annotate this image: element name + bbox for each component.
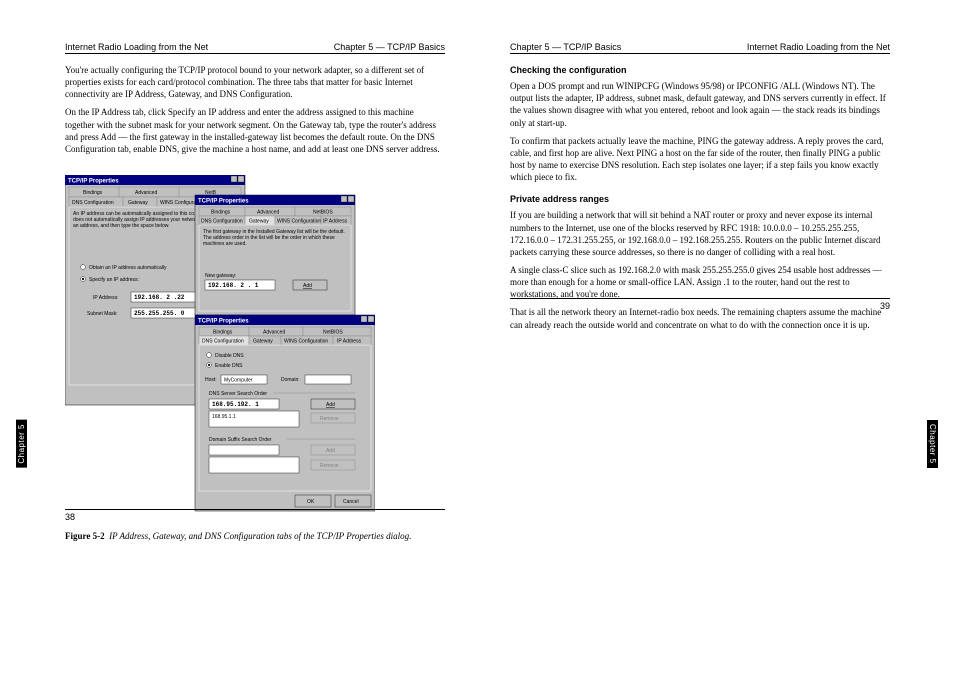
new-gateway-label: New gateway: [205, 273, 236, 279]
radio-label: Obtain an IP address automatically [89, 265, 167, 271]
tab-bindings[interactable]: Bindings [213, 329, 233, 335]
tab-dns[interactable]: DNS Configuration [201, 218, 243, 224]
ip-label: IP Address: [93, 295, 118, 301]
header-title: Internet Radio Loading from the Net [747, 42, 890, 52]
paragraph: Open a DOS prompt and run WINIPCFG (Wind… [510, 80, 890, 129]
left-page: Internet Radio Loading from the Net Chap… [65, 40, 445, 548]
radio-label: Specify an IP address: [89, 277, 139, 283]
tab-advanced[interactable]: Advanced [257, 209, 279, 215]
radio-obtain-auto[interactable] [81, 265, 86, 270]
dns-remove-label: Remove [320, 416, 339, 422]
enable-label: Enable DNS [215, 363, 243, 369]
page-number: 38 [65, 512, 75, 522]
dialog-title: TCP/IP Properties [198, 318, 249, 324]
tab-dns[interactable]: DNS Configuration [202, 338, 244, 344]
divider-top [65, 53, 445, 54]
dns-order-label: DNS Server Search Order [209, 391, 267, 397]
tab-gateway[interactable]: Gateway [128, 200, 148, 206]
close-icon[interactable] [238, 176, 244, 182]
tab-advanced[interactable]: Advanced [263, 329, 285, 335]
close-icon[interactable] [368, 316, 374, 322]
paragraph: If you are building a network that will … [510, 209, 890, 258]
paragraph: You're actually configuring the TCP/IP p… [65, 64, 445, 100]
figure-caption: Figure 5-2 IP Address, Gateway, and DNS … [65, 530, 445, 542]
header-chapter: Chapter 5 — TCP/IP Basics [334, 42, 445, 52]
ip-value: 192.168. 2 .22 [134, 294, 185, 301]
footer-right: 39 [510, 299, 890, 311]
cancel-label: Cancel [343, 499, 359, 505]
tab-gateway[interactable]: Gateway [253, 338, 273, 344]
suffix-label: Domain Suffix Search Order [209, 437, 272, 443]
tcpip-dns-dialog: TCP/IP Properties Bindings Advanced NetB… [195, 315, 375, 511]
header-chapter: Chapter 5 — TCP/IP Basics [510, 42, 621, 52]
tab-bindings[interactable]: Bindings [211, 209, 231, 215]
dialog-title: TCP/IP Properties [68, 178, 119, 184]
paragraph: On the IP Address tab, click Specify an … [65, 106, 445, 155]
tab-row-2: DNS Configuration Gateway WINS Configura… [69, 197, 213, 207]
right-page: Chapter 5 — TCP/IP Basics Internet Radio… [510, 40, 890, 337]
dialog-title: TCP/IP Properties [198, 198, 249, 204]
minimize-icon[interactable] [341, 196, 347, 202]
header-left: Internet Radio Loading from the Net Chap… [65, 40, 445, 53]
section-heading: Checking the configuration [510, 64, 890, 76]
host-label: Host: [205, 377, 217, 383]
tab-wins[interactable]: WINS Configuration [284, 338, 328, 344]
divider-top [510, 53, 890, 54]
tab-ip[interactable]: IP Address [337, 338, 362, 344]
suffix-list[interactable] [209, 457, 299, 473]
body-left: You're actually configuring the TCP/IP p… [65, 64, 445, 155]
tab-advanced[interactable]: Advanced [135, 190, 157, 196]
dns-add-label: Add [326, 402, 335, 408]
suffix-remove-label: Remove [320, 463, 339, 469]
page-number: 39 [880, 301, 890, 311]
add-label: Add [303, 283, 312, 289]
domain-label: Domain: [281, 377, 300, 383]
minimize-icon[interactable] [231, 176, 237, 182]
minimize-icon[interactable] [361, 316, 367, 322]
tab-netbios[interactable]: NetBIOS [313, 209, 333, 215]
ok-label: OK [307, 499, 315, 505]
tab-gateway[interactable]: Gateway [249, 218, 269, 224]
mask-label: Subnet Mask: [87, 311, 118, 317]
dialog-stack: TCP/IP Properties Bindings Advanced NetB… [65, 175, 445, 520]
header-title: Internet Radio Loading from the Net [65, 42, 208, 52]
dialog-description: The first gateway in the Installed Gatew… [203, 229, 349, 247]
tab-dns[interactable]: DNS Configuration [72, 200, 114, 206]
domain-field[interactable] [305, 375, 351, 384]
section-heading: Private address ranges [510, 193, 890, 205]
radio-disable-dns[interactable] [207, 353, 212, 358]
mask-value: 255.255.255. 0 [134, 310, 185, 317]
footer-left: 38 [65, 510, 445, 522]
dns-entry-value: 168.95.192. 1 [212, 401, 259, 408]
gateway-value: 192.168. 2 . 1 [208, 282, 259, 289]
tcpip-gateway-dialog: TCP/IP Properties Bindings Advanced NetB… [195, 195, 355, 315]
disable-label: Disable DNS [215, 353, 244, 359]
suffix-add-label: Add [326, 448, 335, 454]
tab-bindings[interactable]: Bindings [83, 190, 103, 196]
host-value: MyComputer [224, 377, 253, 383]
close-icon[interactable] [348, 196, 354, 202]
chapter-tab-left: Chapter 5 [16, 420, 27, 468]
header-right: Chapter 5 — TCP/IP Basics Internet Radio… [510, 40, 890, 53]
tab-ip[interactable]: IP Address [323, 218, 348, 224]
tab-wins[interactable]: WINS Configuration [277, 218, 321, 224]
suffix-entry-field[interactable] [209, 445, 279, 455]
tab-netbios[interactable]: NetBIOS [323, 329, 343, 335]
body-right: Checking the configuration Open a DOS pr… [510, 64, 890, 331]
dns-list-item: 168.95.1.1 [212, 414, 236, 420]
paragraph: A single class-C slice such as 192.168.2… [510, 264, 890, 300]
chapter-tab-right: Chapter 5 [927, 420, 938, 468]
paragraph: To confirm that packets actually leave t… [510, 135, 890, 184]
